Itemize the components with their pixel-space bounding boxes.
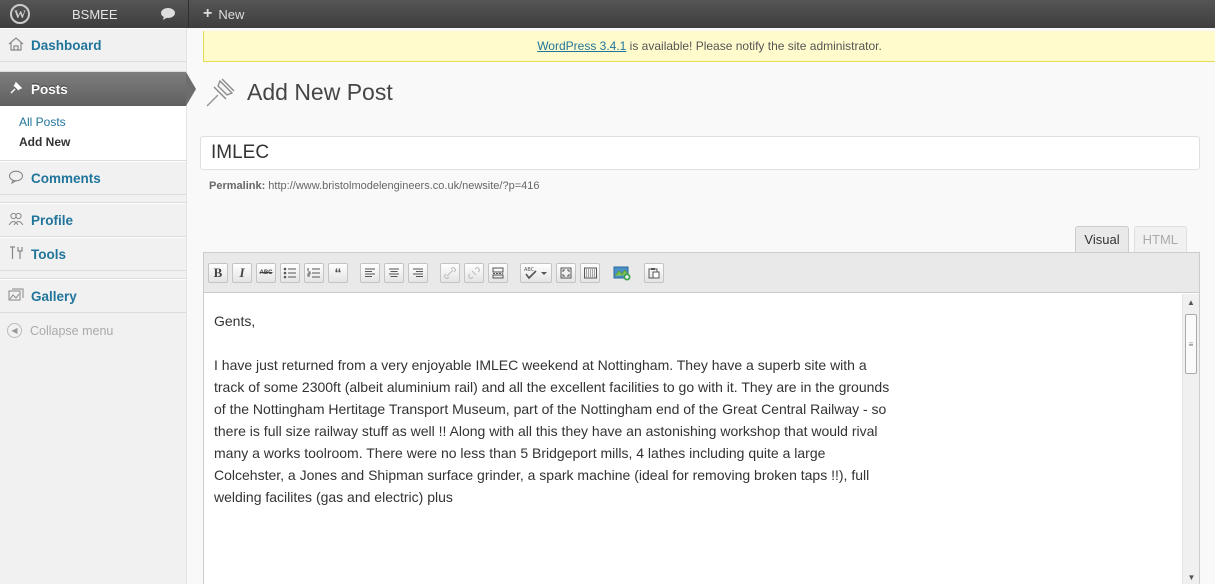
align-left-button[interactable] [360, 262, 380, 283]
comments-icon[interactable] [148, 0, 188, 28]
site-name-link[interactable]: BSMEE [40, 0, 148, 28]
sidebar-item-label: Gallery [31, 288, 77, 304]
scroll-down-arrow-icon[interactable]: ▼ [1183, 569, 1200, 584]
align-right-button[interactable] [408, 262, 428, 283]
blockquote-button[interactable]: “ [328, 262, 348, 283]
scroll-up-arrow-icon[interactable]: ▲ [1183, 294, 1199, 310]
post-title-input[interactable]: IMLEC [200, 136, 1200, 170]
pushpin-icon [7, 81, 25, 98]
sidebar-item-label: Comments [31, 170, 101, 186]
wordpress-logo-glyph: W [10, 4, 30, 24]
pushpin-icon [206, 78, 235, 107]
sidebar-item-tools[interactable]: Tools [0, 237, 186, 271]
paste-from-word-button[interactable] [644, 262, 664, 283]
scrollbar-thumb[interactable]: ≡ [1185, 314, 1197, 374]
users-icon [7, 212, 25, 229]
new-content-menu[interactable]: + New [188, 0, 254, 28]
post-editor: B I ABC “ ABC Gents, I have just returne… [203, 252, 1200, 584]
menu-separator [0, 195, 186, 203]
permalink-url[interactable]: http://www.bristolmodelengineers.co.uk/n… [265, 180, 539, 192]
collapse-menu-label: Collapse menu [30, 323, 114, 338]
sidebar-item-label: Dashboard [31, 37, 102, 53]
kitchen-sink-button[interactable] [580, 262, 600, 283]
numbered-list-button[interactable] [304, 262, 324, 283]
admin-bar: W BSMEE + New [0, 0, 1215, 28]
spellcheck-button[interactable]: ABC [520, 262, 552, 283]
submenu-item-add-new[interactable]: Add New [0, 132, 186, 152]
unlink-button[interactable] [464, 262, 484, 283]
update-notice-text: is available! Please notify the site adm… [626, 39, 882, 53]
italic-button[interactable]: I [232, 262, 252, 283]
page-title: Add New Post [203, 72, 393, 112]
greeting-paragraph: Gents, [214, 313, 256, 329]
tab-visual[interactable]: Visual [1075, 226, 1129, 252]
strikethrough-button[interactable]: ABC [256, 262, 276, 283]
editor-scrollbar[interactable]: ▲ ≡ ▼ [1182, 294, 1199, 584]
post-content-editor[interactable]: Gents, I have just returned from a very … [204, 294, 1182, 584]
permalink-label: Permalink: [209, 180, 266, 192]
posts-submenu: All Posts Add New [0, 106, 186, 161]
sidebar-item-profile[interactable]: Profile [0, 203, 186, 237]
page-heading: Add New Post [247, 78, 393, 105]
collapse-menu-button[interactable]: ◀ Collapse menu [0, 313, 186, 338]
update-version-link[interactable]: WordPress 3.4.1 [537, 39, 626, 53]
permalink-line: Permalink: http://www.bristolmodelengine… [209, 180, 540, 192]
collapse-arrow-icon: ◀ [7, 323, 22, 338]
new-content-label: New [218, 6, 245, 22]
tools-icon [7, 245, 25, 263]
sidebar-item-posts[interactable]: Posts [0, 72, 196, 106]
editor-tabs: Visual HTML [1070, 226, 1187, 252]
sidebar-item-label: Tools [31, 246, 66, 262]
gallery-icon [7, 288, 25, 305]
svg-text:ABC: ABC [524, 267, 535, 273]
sidebar-item-label: Profile [31, 212, 74, 228]
bold-button[interactable]: B [208, 262, 228, 283]
align-center-button[interactable] [384, 262, 404, 283]
body-paragraph: I have just returned from a very enjoyab… [214, 357, 890, 505]
wordpress-logo-icon[interactable]: W [0, 0, 40, 28]
main-content: WordPress 3.4.1 is available! Please not… [187, 28, 1215, 584]
insert-more-button[interactable] [488, 262, 508, 283]
home-icon [7, 36, 25, 54]
bullet-list-button[interactable] [280, 262, 300, 283]
admin-sidebar: Dashboard Posts All Posts Add New Commen… [0, 28, 196, 584]
submenu-item-all-posts[interactable]: All Posts [0, 112, 186, 132]
sidebar-item-label: Posts [31, 81, 68, 97]
fullscreen-button[interactable] [556, 262, 576, 283]
menu-separator [0, 271, 186, 279]
sidebar-item-comments[interactable]: Comments [0, 161, 186, 195]
menu-separator [0, 62, 186, 72]
plus-icon: + [203, 5, 213, 22]
tab-html[interactable]: HTML [1133, 226, 1187, 252]
sidebar-item-dashboard[interactable]: Dashboard [0, 28, 186, 62]
sidebar-item-gallery[interactable]: Gallery [0, 279, 186, 313]
editor-toolbar: B I ABC “ ABC [204, 253, 1199, 293]
speech-bubble-icon [7, 170, 25, 187]
update-notice: WordPress 3.4.1 is available! Please not… [203, 31, 1215, 62]
insert-link-button[interactable] [440, 262, 460, 283]
add-media-icon[interactable] [612, 263, 632, 283]
